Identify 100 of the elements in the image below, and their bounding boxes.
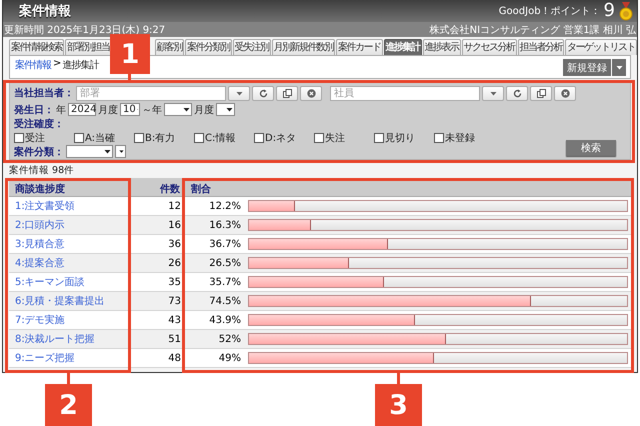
checkbox[interactable] (374, 132, 384, 142)
checkbox-label: C:情報 (205, 132, 236, 144)
tab[interactable]: 進捗集計 (384, 39, 422, 55)
table-cell-text: 43 (167, 314, 182, 326)
tab[interactable]: ターゲットリスト (565, 39, 637, 55)
checkbox-label: D:ネタ (265, 132, 296, 144)
copy-icon (536, 88, 546, 98)
tab[interactable]: サクセス分析 (462, 39, 516, 55)
table-cell-text: 35.7% (208, 276, 242, 288)
checkbox[interactable] (194, 132, 204, 142)
callout-number: 1 (110, 34, 150, 74)
breadcrumb-current: 進捗集計 (62, 58, 98, 72)
text-field[interactable]: 社員 (330, 86, 480, 100)
refresh-button[interactable] (252, 86, 274, 100)
points-label: GoodJob！ポイント： (498, 5, 601, 18)
stage-link[interactable]: 8:決裁ルート把握 (9, 332, 133, 346)
clear-icon (306, 88, 316, 98)
select-field[interactable] (164, 103, 192, 116)
checkbox-label: A:当確 (85, 132, 116, 144)
checkbox[interactable] (254, 132, 264, 142)
table-cell-text: 51 (167, 334, 182, 344)
stage-link[interactable]: 6:見積・提案書提出 (9, 294, 133, 308)
select-field[interactable]: 10 (120, 103, 140, 116)
update-time: 更新時間 2025年1月23日(木) 9:27 (4, 24, 166, 36)
checkbox[interactable] (434, 132, 444, 142)
field-label: 発生日： (14, 104, 54, 116)
table-cell-text: 26 (167, 258, 182, 268)
points-value: 9 (604, 1, 615, 21)
stage-link[interactable]: 5:キーマン面談 (9, 275, 133, 289)
refresh-button[interactable] (506, 86, 528, 100)
clear-icon (560, 88, 570, 98)
select-field[interactable] (216, 103, 235, 116)
tab[interactable]: 部署別担当 (65, 39, 112, 55)
checkbox[interactable] (314, 132, 324, 142)
stage-link[interactable]: 3:見積合意 (9, 237, 133, 251)
user-info: 株式会社NIコンサルティング 営業1課 相川 弘 (430, 24, 636, 36)
callout-number: 3 (375, 384, 422, 426)
stage-link[interactable]: 4:提案合意 (9, 256, 133, 270)
field-text: ～年 (142, 104, 162, 116)
copy-button[interactable] (276, 86, 298, 100)
callout-number: 2 (45, 384, 92, 426)
select-field[interactable] (115, 145, 126, 158)
table-cell-text: 73 (167, 296, 182, 306)
column-header: 商談進捗度 (14, 182, 66, 196)
table-cell-text: 43.9% (208, 314, 242, 326)
select-field[interactable] (66, 145, 113, 158)
field-text: 月度 (194, 104, 214, 116)
checkbox[interactable] (14, 132, 24, 142)
stage-link[interactable]: 2:口頭内示 (9, 218, 133, 232)
checkbox[interactable] (74, 132, 84, 142)
table-cell-text: 74.5% (208, 296, 242, 306)
dropdown-button[interactable] (482, 86, 504, 100)
text-field[interactable]: 部署 (76, 86, 226, 100)
select-field[interactable]: 2024 (68, 103, 96, 116)
search-button[interactable]: 検索 (566, 140, 616, 156)
column-header: 割合 (190, 182, 212, 196)
copy-button[interactable] (530, 86, 552, 100)
table-cell-text: 12 (167, 200, 182, 212)
tab[interactable]: 月別新規件数別 (272, 39, 335, 55)
clear-button[interactable] (300, 86, 322, 100)
checkbox-label: 見切り (385, 132, 415, 144)
dropdown-button[interactable] (612, 59, 626, 76)
stage-link[interactable]: 9:ニーズ把握 (9, 351, 133, 365)
tab[interactable]: 担当者分析 (518, 39, 564, 55)
checkbox-label: 未登録 (445, 132, 475, 144)
stage-link[interactable]: 1:注文書受領 (9, 199, 133, 213)
tab[interactable]: 顧客別 (154, 39, 184, 55)
field-text: 月度 (98, 104, 118, 116)
tab[interactable]: 案件カード (336, 39, 382, 55)
table-cell-text: 52% (218, 334, 242, 344)
stage-link[interactable]: 7:デモ実施 (9, 313, 133, 327)
result-count: 案件情報 98件 (9, 165, 76, 176)
field-text: 年 (56, 104, 66, 116)
copy-icon (282, 88, 292, 98)
breadcrumb-link[interactable]: 案件情報 (15, 58, 51, 72)
medal-icon (619, 2, 633, 20)
table-cell-text: 12.2% (208, 200, 242, 212)
column-header: 件数 (158, 182, 181, 196)
checkbox[interactable] (134, 132, 144, 142)
table-cell-text: 16.3% (208, 220, 242, 230)
table-cell-text: 36.7% (208, 238, 242, 250)
tab[interactable]: 進捗表示 (422, 39, 460, 55)
table-cell-text: 35 (167, 276, 182, 288)
clear-button[interactable] (554, 86, 576, 100)
table-cell-text: 16 (167, 220, 182, 230)
checkbox-label: B:有力 (145, 132, 176, 144)
refresh-icon (258, 88, 268, 98)
app-title: 案件情報 (19, 2, 72, 20)
tab[interactable]: 案件情報検索 (9, 39, 64, 55)
field-label: 当社担当者： (14, 86, 74, 100)
checkbox-label: 失注 (325, 132, 345, 144)
dropdown-button[interactable] (228, 86, 250, 100)
tab[interactable]: 受失注別 (232, 39, 270, 55)
new-register-button[interactable]: 新規登録 (563, 59, 611, 76)
table-cell-text: 49% (218, 352, 242, 364)
table-cell-text: 26.5% (208, 258, 242, 268)
checkbox-label: 受注 (25, 132, 45, 144)
field-label: 受注確度： (14, 117, 64, 130)
breadcrumb-separator: > (53, 58, 60, 71)
tab[interactable]: 案件分類別 (185, 39, 232, 55)
